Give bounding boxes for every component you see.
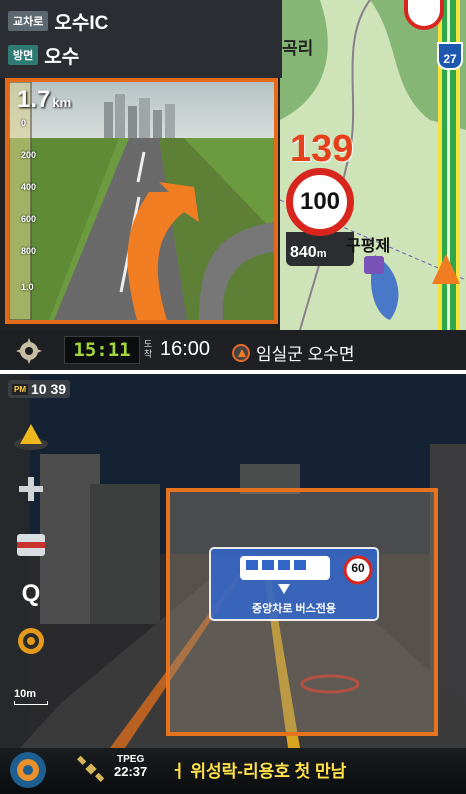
- current-position-icon: [432, 254, 460, 284]
- eta-time: 16:00: [160, 338, 211, 360]
- scale-tick: 200: [21, 150, 37, 160]
- scale-label: 10m: [14, 688, 37, 700]
- camera-distance: 840m: [290, 244, 326, 262]
- tpeg-label: TPEG 22:37: [114, 754, 147, 778]
- direction-row: 방면 오수: [8, 40, 79, 70]
- scale-tick: 600: [21, 214, 37, 224]
- camera-distance-value: 840: [290, 244, 317, 261]
- destination-name: 임실군 오수면: [256, 345, 355, 364]
- scale-bar: [14, 701, 48, 705]
- home-icon[interactable]: [8, 750, 48, 790]
- arrival-label: 도착: [143, 339, 153, 359]
- direction-tag: 방면: [8, 45, 39, 65]
- distance-to-junction: 1.7 km: [17, 86, 71, 114]
- map-icon: [18, 628, 44, 654]
- map-poi-label: 구평제: [346, 238, 391, 255]
- search-button[interactable]: Q: [10, 580, 52, 608]
- highway-navigation-view: 곡리 27 교차로 오수IC 방면 오수 1.7 km 0 200 400 60…: [0, 0, 466, 370]
- highway-shield-icon: 27: [437, 42, 463, 70]
- current-speed: 139: [290, 128, 354, 170]
- speed-limit-sign: 100: [286, 168, 354, 236]
- map-button[interactable]: [10, 626, 52, 656]
- compass-icon: [14, 424, 48, 450]
- destination-icon: [232, 343, 250, 362]
- scale-tick: 400: [21, 182, 37, 192]
- junction-tag: 교차로: [8, 11, 49, 31]
- search-icon: Q: [21, 580, 41, 607]
- camera-distance-unit: m: [316, 248, 327, 260]
- map-scale: 10m: [14, 688, 48, 705]
- scale-tick: 800: [21, 246, 37, 256]
- compass-button[interactable]: [10, 422, 52, 452]
- direction-name: 오수: [44, 46, 80, 68]
- clock-ampm: PM: [12, 383, 28, 395]
- junction-row: 교차로 오수IC: [8, 6, 108, 36]
- navigation-screens: 곡리 27 교차로 오수IC 방면 오수 1.7 km 0 200 400 60…: [0, 0, 466, 794]
- map-place-label: 곡리: [282, 39, 314, 58]
- scale-tick: 0: [21, 118, 27, 128]
- clock: PM 10 39: [8, 380, 71, 398]
- destination[interactable]: 임실군 오수면: [232, 340, 355, 365]
- junction-illustration: [9, 82, 274, 320]
- poi-icon: [364, 256, 384, 274]
- junction-view: 1.7 km 0 200 400 600 800 1.0: [5, 78, 278, 324]
- route-button[interactable]: [10, 532, 52, 558]
- route-icon: [17, 534, 45, 556]
- zoom-in-icon: [19, 477, 43, 501]
- junction-name: 오수IC: [54, 12, 109, 34]
- distance-unit: km: [52, 95, 72, 110]
- scale-tick: 1.0: [21, 282, 34, 292]
- tpeg-time: 22:37: [114, 764, 148, 779]
- menu-icon[interactable]: [14, 336, 44, 366]
- ar-sign-view: 60 중앙차로 버스전용: [166, 488, 438, 736]
- sign-speed: 60: [351, 561, 365, 575]
- route-info-bar: 교차로 오수IC 방면 오수: [0, 0, 282, 78]
- clock-time: 10 39: [31, 381, 67, 397]
- zoom-in-button[interactable]: [10, 474, 52, 504]
- current-time: 15:11: [64, 336, 140, 364]
- sign-text: 중앙차로 버스전용: [251, 603, 336, 615]
- news-ticker-text: ㅓ 위성락-리용호 첫 만남: [170, 762, 347, 781]
- ar-navigation-view: PM 10 39 Q 10m 60 중앙차로 버스전용 TPEG 22:37 ㅓ…: [0, 374, 466, 794]
- satellite-icon: [77, 755, 105, 782]
- distance-value: 1.7: [17, 86, 51, 113]
